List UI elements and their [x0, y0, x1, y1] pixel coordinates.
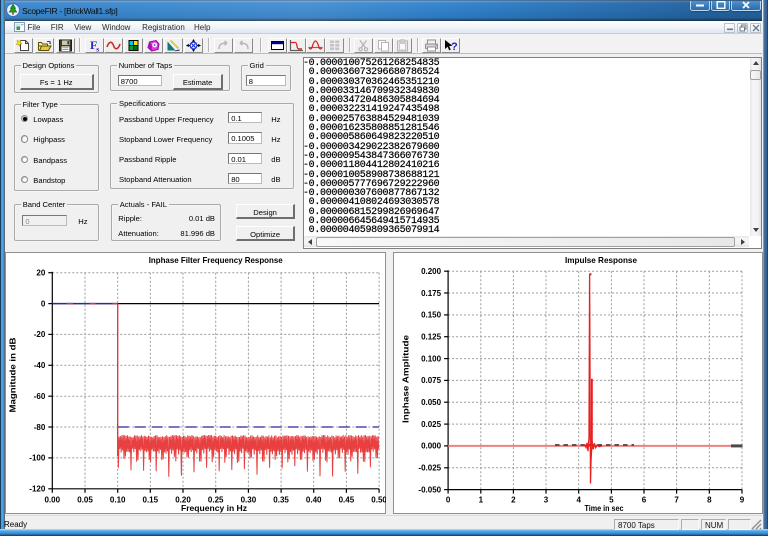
svg-text:0.35: 0.35 [273, 496, 289, 505]
svg-text:Frequency in Hz: Frequency in Hz [181, 503, 247, 513]
svg-text:-0.025: -0.025 [418, 464, 441, 473]
svg-text:0.50: 0.50 [371, 496, 386, 505]
svg-text:8: 8 [707, 496, 712, 505]
svg-text:0.050: 0.050 [421, 398, 442, 407]
svg-text:7: 7 [674, 496, 679, 505]
svg-text:-20: -20 [34, 330, 46, 339]
svg-text:-80: -80 [34, 423, 46, 432]
svg-text:9: 9 [740, 496, 745, 505]
svg-text:0.40: 0.40 [306, 496, 322, 505]
svg-text:1: 1 [479, 496, 484, 505]
svg-text:2: 2 [511, 496, 516, 505]
svg-text:20: 20 [36, 269, 45, 278]
svg-text:?: ? [451, 41, 458, 52]
svg-text:3: 3 [544, 496, 549, 505]
svg-text:Magnitude in dB: Magnitude in dB [8, 338, 18, 413]
svg-text:0.100: 0.100 [421, 354, 442, 363]
svg-text:-40: -40 [34, 361, 46, 370]
svg-text:0: 0 [446, 496, 451, 505]
svg-text:Inphase Filter Frequency Respo: Inphase Filter Frequency Response [149, 255, 283, 265]
svg-text:s: s [96, 45, 99, 53]
svg-text:0: 0 [41, 299, 46, 308]
svg-text:0.05: 0.05 [77, 496, 93, 505]
svg-text:0.200: 0.200 [421, 267, 442, 276]
svg-text:Time in sec: Time in sec [585, 503, 624, 513]
svg-text:0.000: 0.000 [421, 442, 442, 451]
svg-text:0.175: 0.175 [421, 289, 442, 298]
svg-text:-100: -100 [29, 454, 46, 463]
svg-text:0.150: 0.150 [421, 311, 442, 320]
svg-text:6: 6 [642, 496, 647, 505]
svg-text:0.00: 0.00 [45, 496, 61, 505]
svg-text:0.025: 0.025 [421, 420, 442, 429]
svg-text:0.15: 0.15 [143, 496, 159, 505]
svg-text:-0.050: -0.050 [418, 485, 441, 494]
svg-text:-120: -120 [29, 485, 46, 494]
svg-text:0.10: 0.10 [110, 496, 126, 505]
svg-text:-60: -60 [34, 392, 46, 401]
svg-text:0.45: 0.45 [339, 496, 355, 505]
svg-text:0.075: 0.075 [421, 376, 442, 385]
svg-text:Impulse Response: Impulse Response [565, 255, 637, 265]
svg-text:4: 4 [576, 496, 581, 505]
svg-text:Inphase Amplitude: Inphase Amplitude [401, 335, 411, 423]
svg-text:0.125: 0.125 [421, 333, 442, 342]
